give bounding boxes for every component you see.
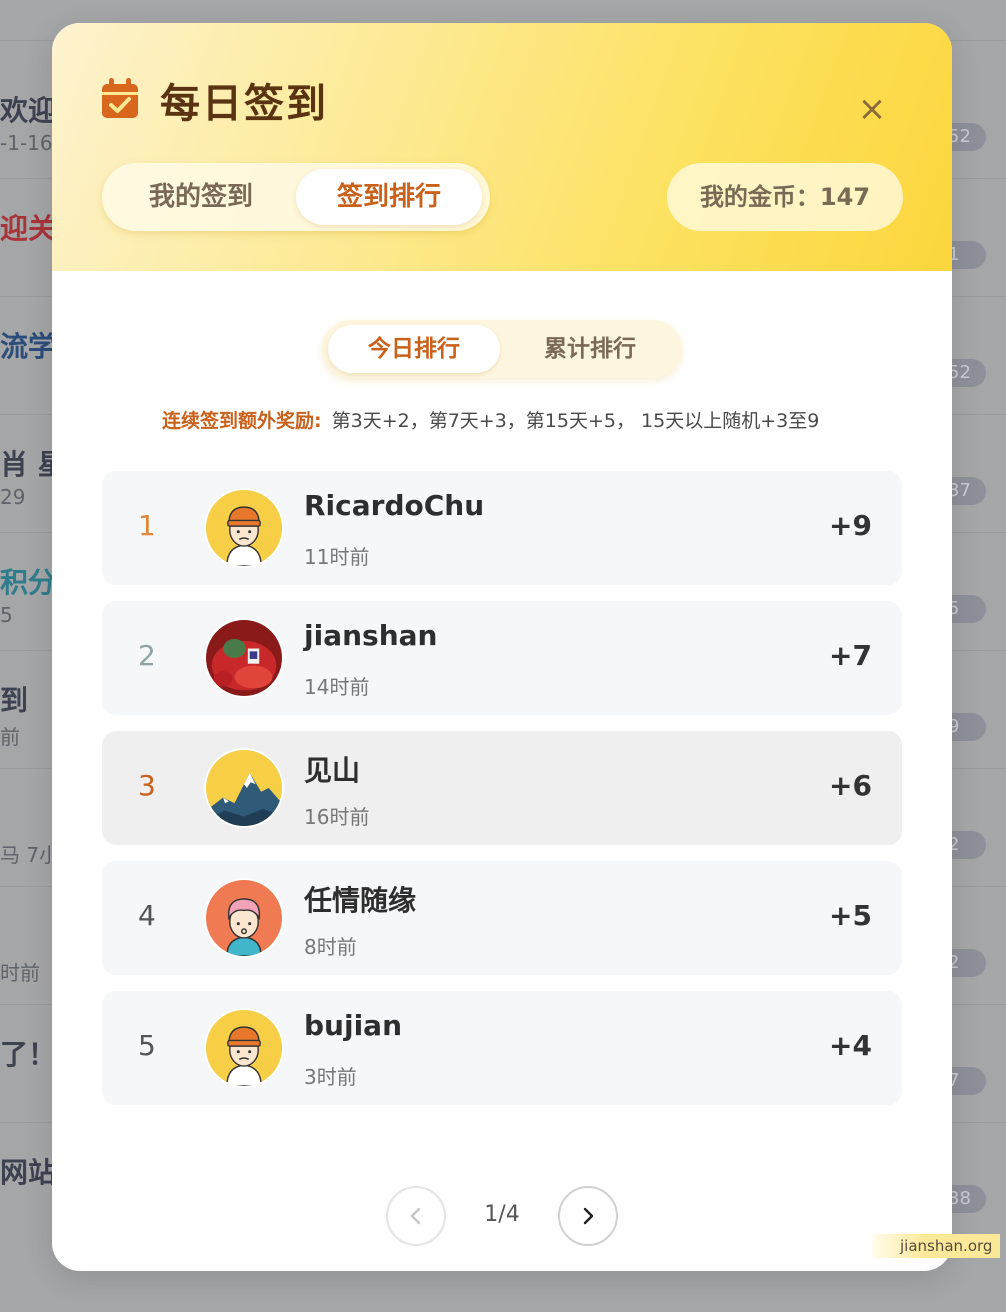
bg-item-title: 迎关	[0, 212, 57, 245]
bg-item-title: 积分	[0, 566, 57, 599]
user-name[interactable]: 见山	[304, 749, 360, 789]
bonus-info: 连续签到额外奖励: 第3天+2，第7天+3，第15天+5， 15天以上随机+3至9	[162, 406, 862, 433]
tab-my-checkin[interactable]: 我的签到	[108, 169, 294, 225]
page-indicator: 1/4	[484, 1202, 520, 1227]
ranking-row[interactable]: 1 RicardoChu 11时前 +9	[102, 471, 902, 585]
main-tab-switch: 我的签到 签到排行	[102, 163, 490, 231]
tab-checkin-ranking[interactable]: 签到排行	[296, 169, 482, 225]
my-coins-badge: 我的金币：147	[667, 163, 903, 231]
bg-item-title: 到	[0, 684, 29, 717]
bg-item-sub: 前	[0, 725, 20, 749]
bonus-text: 第3天+2，第7天+3，第15天+5， 15天以上随机+3至9	[331, 410, 820, 432]
bg-item-title: 网站	[0, 1156, 57, 1189]
modal-header: 每日签到 × 我的签到 签到排行 我的金币：147	[52, 23, 952, 271]
rank-number: 5	[138, 1029, 156, 1062]
prev-page-button[interactable]	[386, 1186, 446, 1246]
tab-total-ranking[interactable]: 累计排行	[504, 325, 676, 373]
pagination: 1/4	[386, 1186, 618, 1246]
tab-today-ranking[interactable]: 今日排行	[328, 325, 500, 373]
chevron-left-icon	[410, 1207, 421, 1225]
user-name[interactable]: bujian	[304, 1009, 402, 1042]
daily-checkin-modal: 每日签到 × 我的签到 签到排行 我的金币：147 今日排行 累计排行 连续签到…	[52, 23, 952, 1271]
watermark: jianshan.org	[872, 1234, 1000, 1258]
bg-item-sub: 马 7小	[0, 843, 60, 867]
bg-item-title: 了！	[0, 1038, 57, 1071]
ranking-row[interactable]: 5 bujian 3时前 +4	[102, 991, 902, 1105]
cartoon-beanie-avatar[interactable]	[204, 488, 284, 568]
next-page-button[interactable]	[558, 1186, 618, 1246]
rank-number: 2	[138, 639, 156, 672]
bg-item-title: 欢迎	[0, 94, 57, 127]
bg-item-sub: -1-16	[0, 131, 53, 155]
close-icon[interactable]: ×	[856, 92, 888, 126]
cartoon-beanie-avatar[interactable]	[204, 1008, 284, 1088]
checkin-time: 14时前	[304, 675, 370, 699]
bg-item-sub: 5	[0, 603, 13, 627]
chevron-right-icon	[583, 1207, 594, 1225]
points-earned: +5	[829, 899, 872, 932]
bg-item-title: 流学	[0, 330, 57, 363]
checkin-time: 3时前	[304, 1065, 357, 1089]
modal-title: 每日签到	[160, 81, 328, 127]
photo-avatar[interactable]	[204, 618, 284, 698]
checkin-time: 16时前	[304, 805, 370, 829]
points-earned: +9	[829, 509, 872, 542]
rank-number: 3	[138, 769, 156, 802]
ranking-sub-tabs: 今日排行 累计排行	[322, 320, 682, 378]
cartoon-pink-hair-avatar[interactable]	[204, 878, 284, 958]
ranking-row[interactable]: 3 见山 16时前 +6	[102, 731, 902, 845]
points-earned: +4	[829, 1029, 872, 1062]
bg-item-sub: 29	[0, 485, 26, 509]
points-earned: +6	[829, 769, 872, 802]
bonus-label: 连续签到额外奖励:	[162, 410, 322, 432]
bg-item-sub: 时前	[0, 961, 40, 985]
mountain-avatar[interactable]	[204, 748, 284, 828]
user-name[interactable]: jianshan	[304, 619, 437, 652]
points-earned: +7	[829, 639, 872, 672]
checkin-time: 11时前	[304, 545, 370, 569]
calendar-check-icon	[102, 78, 138, 118]
user-name[interactable]: 任情随缘	[304, 879, 416, 919]
rank-number: 1	[138, 509, 156, 542]
ranking-row[interactable]: 2 jianshan 14时前 +7	[102, 601, 902, 715]
user-name[interactable]: RicardoChu	[304, 489, 484, 522]
checkin-time: 8时前	[304, 935, 357, 959]
rank-number: 4	[138, 899, 156, 932]
ranking-row[interactable]: 4 任情随缘 8时前 +5	[102, 861, 902, 975]
